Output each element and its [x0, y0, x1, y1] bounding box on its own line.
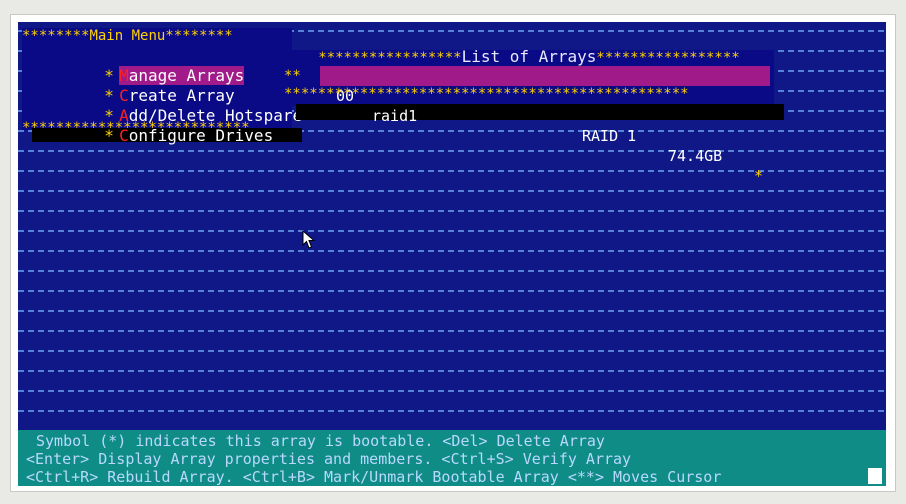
bootable-marker: *: [754, 167, 764, 185]
main-menu-items: * Manage Arrays * Create Array * Add/Delete…: [22, 46, 302, 145]
bios-raid-screen: ********Main Menu******** * Manage Arrays…: [18, 22, 886, 486]
menu-item-add-delete-hotspare[interactable]: * Add/Delete Hotspare: [22, 86, 302, 125]
mouse-pointer-icon: [302, 230, 316, 249]
array-name: raid1: [372, 107, 418, 125]
main-menu-header: ********Main Menu********: [22, 28, 233, 44]
help-line-2: <Enter> Display Array properties and mem…: [26, 450, 632, 468]
array-list-footer: ****************************************…: [284, 86, 689, 102]
array-size: 74.4GB: [668, 147, 723, 165]
menu-item-manage-arrays[interactable]: * Manage Arrays: [22, 46, 292, 85]
main-menu-footer: ***************************: [22, 120, 250, 136]
array-row[interactable]: 00 raid1 RAID 1 74.4GB *: [320, 66, 770, 185]
help-line-1: Symbol (*) indicates this array is boota…: [36, 432, 605, 450]
text-cursor-block: [868, 468, 882, 484]
help-line-3: <Ctrl+R> Rebuild Array. <Ctrl+B> Mark/Un…: [26, 468, 722, 486]
help-bar: Symbol (*) indicates this array is boota…: [18, 430, 886, 486]
main-menu-panel: ********Main Menu******** * Manage Arrays…: [22, 28, 302, 145]
array-list-panel: *****************List of Arrays*********…: [284, 47, 784, 185]
array-list-header: *****************List of Arrays*********…: [318, 47, 740, 66]
main-menu-title: Main Menu: [89, 28, 166, 44]
menu-item-create-array[interactable]: * Create Array: [22, 66, 292, 105]
array-raid-level: RAID 1: [582, 127, 637, 145]
array-list-title: List of Arrays: [461, 47, 597, 66]
row-marker: **: [284, 68, 301, 84]
